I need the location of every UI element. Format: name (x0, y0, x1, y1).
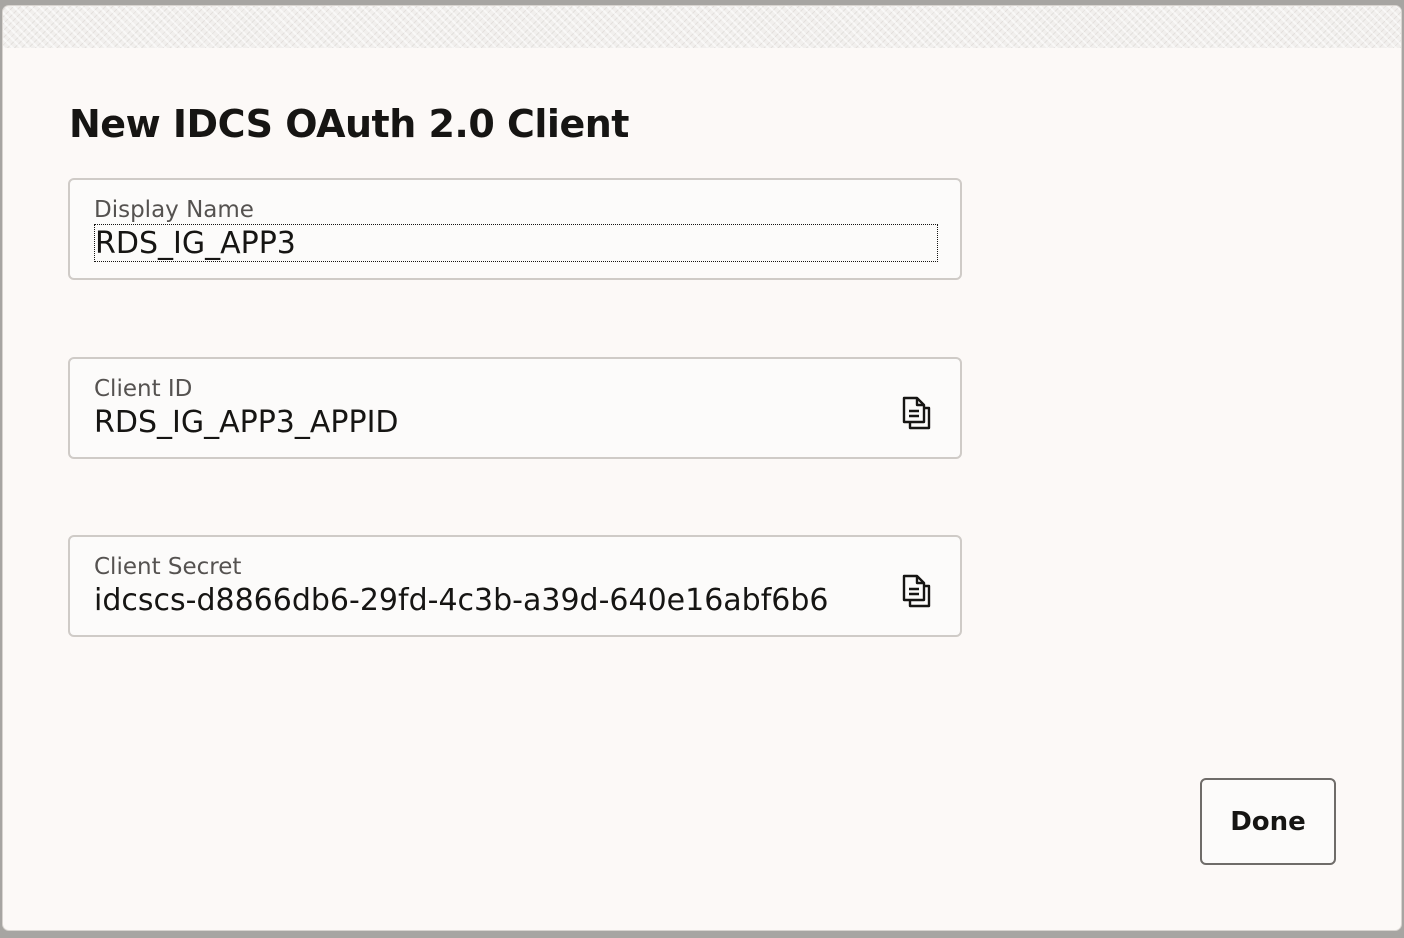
display-name-input[interactable] (94, 224, 938, 262)
dialog-header-strip (3, 6, 1401, 48)
client-secret-value: idcscs-d8866db6-29fd-4c3b-a39d-640e16abf… (94, 583, 829, 618)
copy-client-id-button[interactable] (900, 395, 934, 431)
dialog-title: New IDCS OAuth 2.0 Client (69, 102, 629, 146)
display-name-label: Display Name (94, 197, 254, 223)
display-name-field: Display Name (68, 178, 962, 280)
client-id-field: Client ID RDS_IG_APP3_APPID (68, 357, 962, 459)
client-id-label: Client ID (94, 376, 193, 402)
client-secret-field: Client Secret idcscs-d8866db6-29fd-4c3b-… (68, 535, 962, 637)
client-secret-label: Client Secret (94, 554, 242, 580)
client-id-value: RDS_IG_APP3_APPID (94, 405, 399, 440)
new-oauth-client-dialog: New IDCS OAuth 2.0 Client Display Name C… (3, 6, 1401, 930)
done-button[interactable]: Done (1200, 778, 1336, 865)
copy-icon (902, 574, 931, 608)
copy-icon (902, 396, 931, 430)
copy-client-secret-button[interactable] (900, 573, 934, 609)
